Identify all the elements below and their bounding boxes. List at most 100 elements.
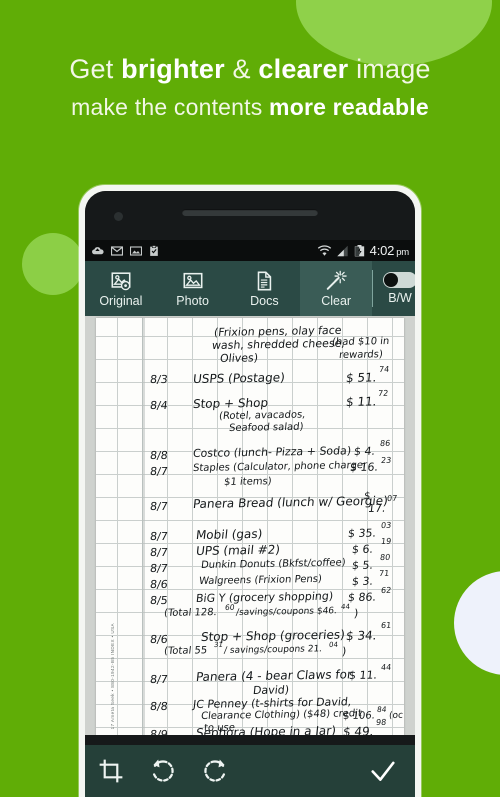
- handwritten-line: Staples (Calculator, phone charger: [192, 459, 368, 475]
- headline-text-3: image: [348, 54, 431, 84]
- handwritten-line: UPS (mail #2): [195, 542, 281, 559]
- handwritten-line: $ 6.: [351, 542, 374, 557]
- mode-label-photo: Photo: [176, 293, 209, 308]
- handwritten-line: 71: [378, 568, 390, 579]
- handwritten-line: $: [363, 490, 371, 503]
- bw-toggle-group[interactable]: B/W: [373, 261, 415, 316]
- handwritten-line: USPS (Postage): [192, 370, 286, 387]
- decorative-circle-right: [454, 571, 500, 675]
- handwritten-line: $ 35.: [347, 526, 377, 541]
- headline-text-4: make the contents: [71, 93, 270, 120]
- handwritten-line: 72: [377, 388, 389, 399]
- handwritten-line: 8/7: [149, 562, 169, 575]
- handwritten-line: 80: [379, 552, 391, 563]
- handwritten-line: 23: [380, 455, 392, 466]
- handwritten-line: (Rotel, avacados,: [218, 409, 306, 423]
- bw-label: B/W: [388, 291, 412, 305]
- headline-text-2: &: [224, 54, 259, 84]
- handwritten-line: 03: [380, 520, 392, 531]
- handwritten-line: 74: [378, 364, 390, 375]
- handwritten-line: Seafood salad): [228, 421, 304, 435]
- front-camera-icon: [114, 212, 123, 221]
- promo-headline-line1: Get brighter & clearer image: [0, 52, 500, 87]
- handwritten-line: Olives): [219, 351, 259, 366]
- android-status-bar: 4:02 pm: [85, 240, 415, 261]
- crop-icon[interactable]: [98, 758, 124, 784]
- handwritten-line: (Total 128.: [163, 607, 218, 620]
- image-eye-icon: [111, 271, 131, 290]
- handwritten-line: Dunkin Donuts (Bkfst/coffee): [200, 557, 347, 572]
- handwritten-line: 8/8: [149, 700, 169, 713]
- phone-bezel-top: [85, 191, 415, 240]
- promo-headline-line2: make the contents more readable: [0, 93, 500, 122]
- status-bar-clock: 4:02 pm: [369, 243, 410, 258]
- headline-bold-more-readable: more readable: [269, 93, 429, 120]
- handwritten-line: 98: [375, 717, 387, 728]
- handwritten-line: (Total 55: [163, 645, 208, 658]
- mode-label-docs: Docs: [250, 293, 279, 308]
- phone-screen-body: 4:02 pm Original Photo Docs Clear B/W (F…: [85, 191, 415, 797]
- handwritten-line: David): [252, 683, 290, 698]
- mode-button-docs[interactable]: Docs: [229, 261, 301, 316]
- image-icon: [183, 272, 203, 288]
- magic-wand-icon: [326, 270, 347, 290]
- mode-label-original: Original: [99, 293, 143, 308]
- gmail-icon: [111, 245, 123, 256]
- bw-switch[interactable]: [383, 272, 415, 288]
- handwritten-line: Costco (lunch- Pizza + Soda): [192, 444, 352, 461]
- handwritten-line: 8/5: [149, 594, 169, 607]
- mode-button-clear[interactable]: Clear: [300, 261, 372, 316]
- handwritten-line: $ 49.: [342, 724, 375, 735]
- wifi-icon: [317, 244, 331, 256]
- handwritten-line: 8/7: [149, 465, 169, 478]
- scanned-document-viewport[interactable]: (Frixion pens, olay face wash, shredded c…: [85, 316, 415, 735]
- handwritten-line: $ 11.: [345, 394, 378, 410]
- handwritten-line: 44: [380, 662, 392, 673]
- handwritten-line: 8/7: [149, 673, 169, 686]
- document-icon: [258, 271, 272, 290]
- mode-button-photo[interactable]: Photo: [157, 261, 229, 316]
- headline-bold-brighter: brighter: [121, 54, 225, 84]
- rotate-right-icon[interactable]: [202, 758, 228, 784]
- handwritten-line: $ 34.: [345, 628, 378, 644]
- handwritten-line: 8/7: [149, 546, 169, 559]
- handwritten-line: Mobil (gas): [195, 526, 264, 543]
- handwritten-line: Panera Bread (lunch w/ Georgie): [192, 493, 389, 512]
- cell-signal-icon: [336, 245, 348, 256]
- handwritten-line: /savings/coupons $46.: [235, 606, 338, 619]
- handwritten-line: Sephora (Hope in a Jar): [195, 723, 337, 735]
- headline-bold-clearer: clearer: [258, 54, 349, 84]
- handwritten-line: $ 3.: [351, 574, 374, 589]
- handwritten-line: Clearance Clothing) ($48) credit: [200, 708, 363, 723]
- photo-icon: [130, 245, 142, 256]
- status-bar-notification-icons: [91, 244, 317, 257]
- handwritten-line: 84: [376, 704, 388, 715]
- clipboard-check-icon: [150, 244, 158, 256]
- handwritten-line: 8/4: [149, 399, 169, 412]
- paper-side-print: 17 Ameta Seek • 880-1942-B5 INDEX • USA: [110, 622, 115, 729]
- earpiece-speaker: [182, 209, 318, 216]
- mode-label-clear: Clear: [321, 293, 352, 308]
- rotate-left-icon[interactable]: [150, 758, 176, 784]
- phone-mockup: 4:02 pm Original Photo Docs Clear B/W (F…: [79, 185, 421, 797]
- handwritten-line: 8/7: [149, 500, 169, 513]
- handwritten-line: $ 86.: [347, 590, 377, 605]
- mode-button-original[interactable]: Original: [85, 261, 157, 316]
- clock-time: 4:02: [369, 243, 395, 258]
- handwritten-line: 44: [340, 602, 351, 612]
- promo-headline: Get brighter & clearer image make the co…: [0, 52, 500, 122]
- handwritten-line: $ 4.: [353, 444, 376, 459]
- handwritten-line: $1 items): [223, 476, 273, 489]
- scan-mode-toolbar: Original Photo Docs Clear B/W: [85, 261, 415, 316]
- handwritten-line: 8/8: [149, 449, 169, 462]
- handwritten-line: 19: [380, 536, 392, 547]
- handwritten-line: 62: [380, 585, 392, 596]
- editor-action-bar: [85, 745, 415, 797]
- handwritten-line: 61: [380, 620, 392, 631]
- promo-screenshot: Get brighter & clearer image make the co…: [0, 0, 500, 797]
- handwritten-expense-list: (Frixion pens, olay face wash, shredded c…: [96, 318, 404, 735]
- checkmark-icon[interactable]: [370, 758, 396, 784]
- handwritten-line: ): [353, 606, 359, 621]
- handwritten-line: 17.: [367, 501, 387, 516]
- handwritten-line: ): [341, 644, 347, 659]
